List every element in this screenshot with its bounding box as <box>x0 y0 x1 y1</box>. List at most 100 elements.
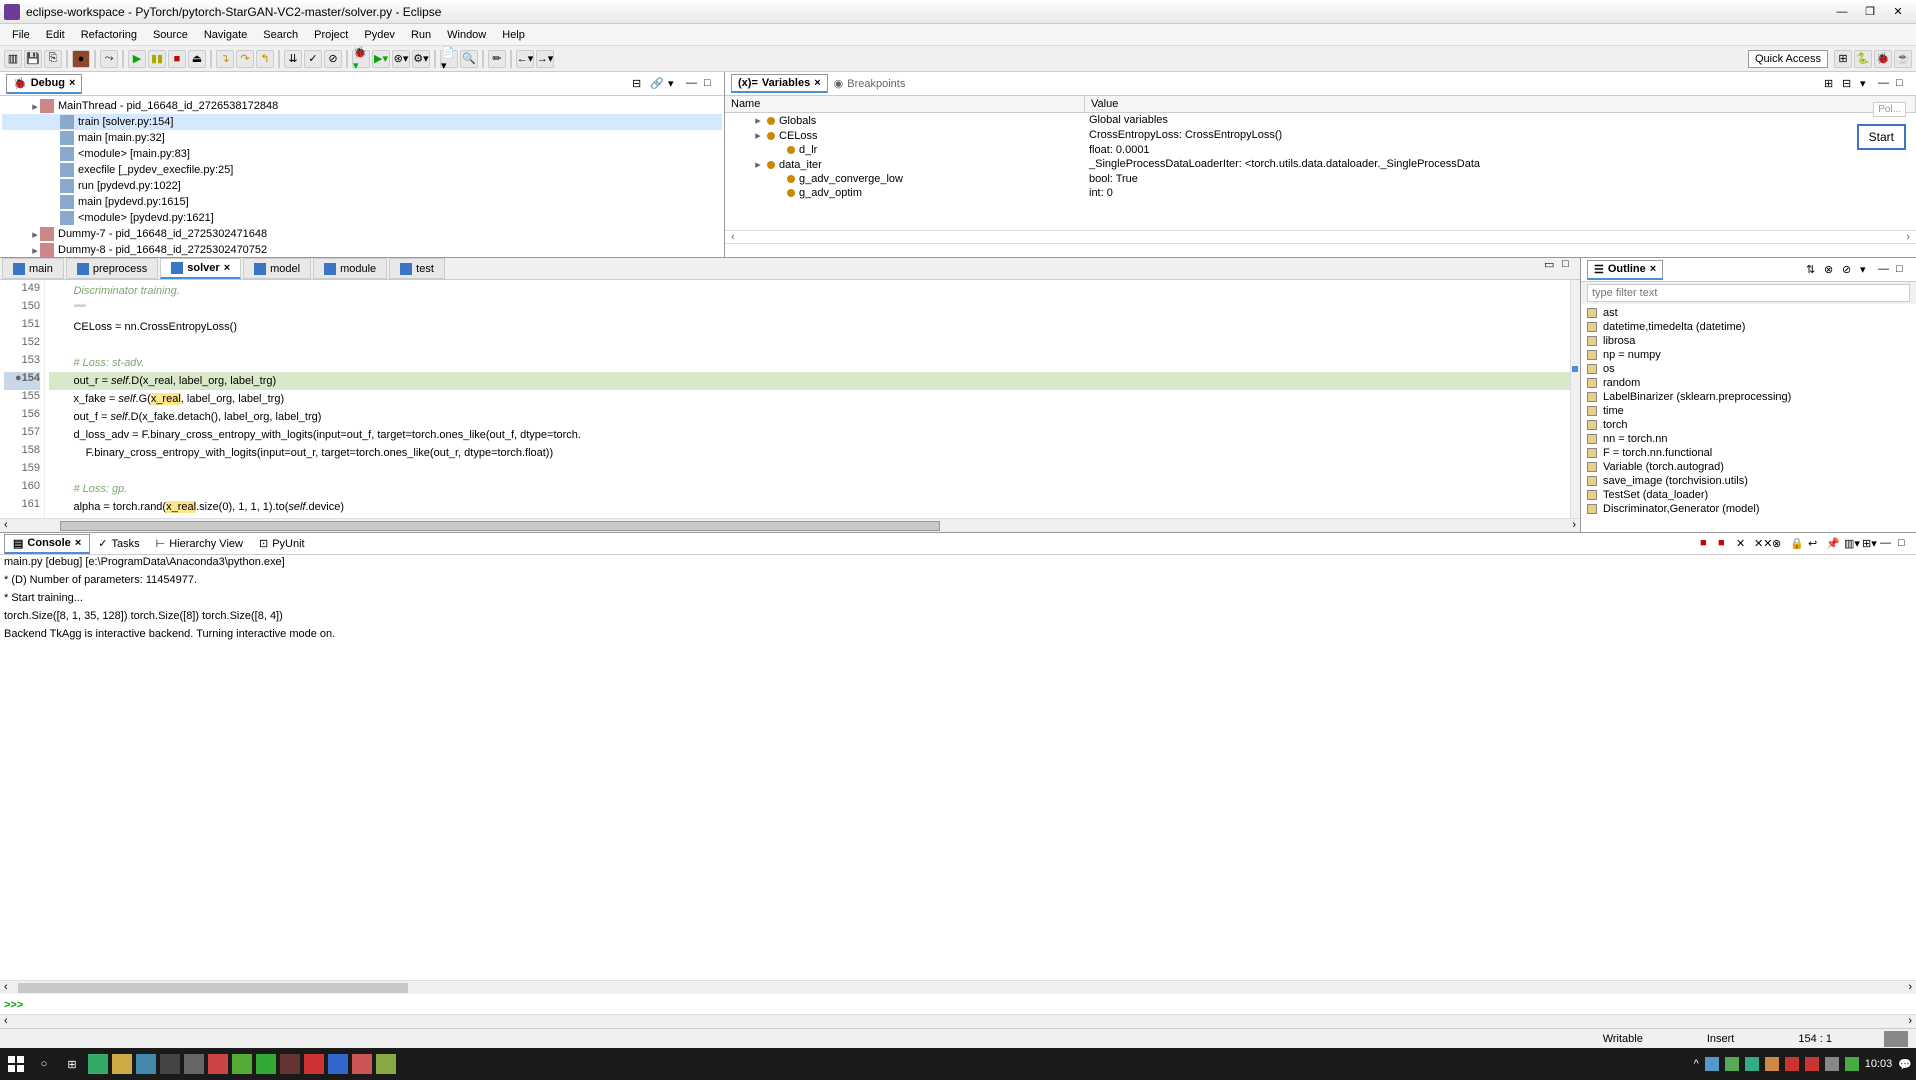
maximize-icon[interactable]: □ <box>704 77 718 91</box>
step-over-button[interactable]: ↷ <box>236 50 254 68</box>
forward-button[interactable]: →▾ <box>536 50 554 68</box>
stack-frame[interactable]: run [pydevd.py:1022] <box>2 178 722 194</box>
outline-list[interactable]: astdatetime,timedelta (datetime)librosan… <box>1581 304 1916 532</box>
menu-navigate[interactable]: Navigate <box>196 27 255 43</box>
scroll-lock-icon[interactable]: 🔒 <box>1790 537 1804 551</box>
maximize-icon[interactable]: □ <box>1896 77 1910 91</box>
quick-access[interactable]: Quick Access <box>1748 50 1828 68</box>
code-line[interactable] <box>49 336 1576 354</box>
editor-tab-module[interactable]: module <box>313 258 387 279</box>
stack-frame[interactable]: execfile [_pydev_execfile.py:25] <box>2 162 722 178</box>
menu-refactoring[interactable]: Refactoring <box>73 27 145 43</box>
drop-frame-button[interactable]: ⇊ <box>284 50 302 68</box>
code-line[interactable]: # Loss: gp. <box>49 480 1576 498</box>
console-output[interactable]: * (D) Number of parameters: 11454977.* S… <box>0 569 1916 980</box>
outline-item[interactable]: Discriminator,Generator (model) <box>1587 502 1910 516</box>
taskbar-app[interactable] <box>376 1054 396 1074</box>
menu-icon[interactable]: ▾ <box>668 77 682 91</box>
code-line[interactable] <box>49 462 1576 480</box>
taskbar-app[interactable] <box>256 1054 276 1074</box>
taskbar-app[interactable] <box>208 1054 228 1074</box>
maximize-icon[interactable]: □ <box>1562 258 1576 272</box>
clear-console-icon[interactable]: ⊗ <box>1772 537 1786 551</box>
taskbar-app[interactable] <box>304 1054 324 1074</box>
outline-item[interactable]: nn = torch.nn <box>1587 432 1910 446</box>
minimize-icon[interactable]: — <box>1878 77 1892 91</box>
display-console-icon[interactable]: ▥▾ <box>1844 537 1858 551</box>
menu-help[interactable]: Help <box>494 27 533 43</box>
stack-frame[interactable]: train [solver.py:154] <box>2 114 722 130</box>
terminate-icon[interactable]: ■ <box>1718 537 1732 551</box>
editor-vscroll[interactable] <box>1570 280 1580 518</box>
scrollbar-thumb[interactable] <box>60 521 940 531</box>
taskbar-app[interactable] <box>160 1054 180 1074</box>
show-type-icon[interactable]: ⊞ <box>1824 77 1838 91</box>
tray-icon[interactable] <box>1845 1057 1859 1071</box>
variables-table[interactable]: Name Value Pol... Start ▸GlobalsGlobal v… <box>725 96 1916 257</box>
minimize-icon[interactable]: — <box>1880 537 1894 551</box>
taskbar-app[interactable] <box>280 1054 300 1074</box>
stack-frame[interactable]: <module> [main.py:83] <box>2 146 722 162</box>
close-icon[interactable]: × <box>75 537 81 549</box>
close-button[interactable]: ✕ <box>1884 2 1912 22</box>
debug-stack-tree[interactable]: ▸MainThread - pid_16648_id_2726538172848… <box>0 96 724 257</box>
pydev-perspective-button[interactable]: 🐍 <box>1854 50 1872 68</box>
save-all-button[interactable]: ⎘ <box>44 50 62 68</box>
tray-up-icon[interactable]: ^ <box>1694 1058 1699 1070</box>
minimize-icon[interactable]: — <box>1878 263 1892 277</box>
code-editor[interactable]: 149150151152153●154155156157158159160161… <box>0 280 1580 518</box>
taskbar-app[interactable] <box>328 1054 348 1074</box>
variables-tab[interactable]: (x)= Variables × <box>731 74 828 93</box>
step-return-button[interactable]: ↰ <box>256 50 274 68</box>
outline-item[interactable]: F = torch.nn.functional <box>1587 446 1910 460</box>
prev-annotation-button[interactable]: ⊘ <box>324 50 342 68</box>
minimize-icon[interactable]: — <box>686 77 700 91</box>
scroll-right-icon[interactable]: › <box>1906 231 1910 243</box>
close-icon[interactable]: × <box>814 77 820 89</box>
editor-tab-preprocess[interactable]: preprocess <box>66 258 158 279</box>
stack-frame[interactable]: main [main.py:32] <box>2 130 722 146</box>
collapse-icon[interactable]: ⊟ <box>632 77 646 91</box>
taskbar-app[interactable] <box>352 1054 372 1074</box>
variable-row[interactable]: ▸CELossCrossEntropyLoss: CrossEntropyLos… <box>725 128 1916 143</box>
minimize-icon[interactable]: ▭ <box>1544 258 1558 272</box>
open-console-icon[interactable]: ⊞▾ <box>1862 537 1876 551</box>
outline-item[interactable]: os <box>1587 362 1910 376</box>
menu-window[interactable]: Window <box>439 27 494 43</box>
editor-tab-main[interactable]: main <box>2 258 64 279</box>
stack-frame[interactable]: ▸Dummy-8 - pid_16648_id_2725302470752 <box>2 242 722 257</box>
maximize-icon[interactable]: □ <box>1898 537 1912 551</box>
toggle-breakpoint-button[interactable]: ● <box>72 50 90 68</box>
remove-terminated-icon[interactable]: ✕ <box>1736 537 1750 551</box>
variable-row[interactable]: ▸GlobalsGlobal variables <box>725 113 1916 128</box>
tray-notifications-icon[interactable]: 💬 <box>1898 1058 1912 1071</box>
taskbar-app[interactable] <box>232 1054 252 1074</box>
outline-item[interactable]: torch <box>1587 418 1910 432</box>
word-wrap-icon[interactable]: ↩ <box>1808 537 1822 551</box>
code-line[interactable]: Discriminator training. <box>49 282 1576 300</box>
tasks-tab[interactable]: ✓Tasks <box>90 535 147 552</box>
outline-item[interactable]: np = numpy <box>1587 348 1910 362</box>
menu-search[interactable]: Search <box>255 27 306 43</box>
task-view-button[interactable]: ⊞ <box>60 1052 84 1076</box>
back-button[interactable]: ←▾ <box>516 50 534 68</box>
code-line[interactable]: """ <box>49 300 1576 318</box>
console-hscroll[interactable]: ‹› <box>0 980 1916 994</box>
breakpoints-tab[interactable]: ◉ Breakpoints <box>828 75 912 92</box>
code-line[interactable]: alpha = torch.rand(x_real.size(0), 1, 1,… <box>49 498 1576 516</box>
taskbar-app[interactable] <box>136 1054 156 1074</box>
sort-icon[interactable]: ⇅ <box>1806 263 1820 277</box>
tray-icon[interactable] <box>1785 1057 1799 1071</box>
column-value[interactable]: Value <box>1085 96 1916 112</box>
code-line[interactable]: F.binary_cross_entropy_with_logits(input… <box>49 444 1576 462</box>
console-tab[interactable]: ▤ Console × <box>4 534 90 554</box>
tray-icon[interactable] <box>1745 1057 1759 1071</box>
save-button[interactable]: 💾 <box>24 50 42 68</box>
editor-tab-test[interactable]: test <box>389 258 445 279</box>
menu-pydev[interactable]: Pydev <box>356 27 403 43</box>
maximize-icon[interactable]: □ <box>1896 263 1910 277</box>
menu-run[interactable]: Run <box>403 27 439 43</box>
search-button[interactable]: 🔍 <box>460 50 478 68</box>
tray-icon[interactable] <box>1825 1057 1839 1071</box>
run-dropdown-button[interactable]: ▶▾ <box>372 50 390 68</box>
